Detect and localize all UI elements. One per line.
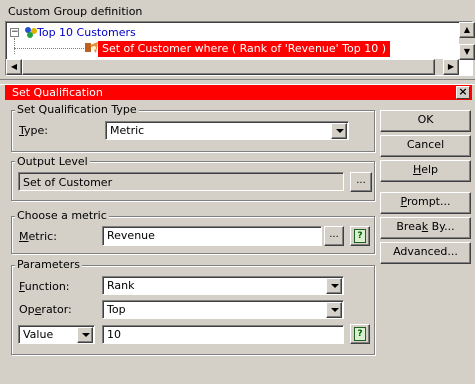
help-button[interactable]: Help xyxy=(380,160,471,182)
advanced-button[interactable]: Advanced... xyxy=(380,242,471,264)
operator-label: Operator: xyxy=(19,303,72,316)
qualification-type-legend: Set Qualification Type xyxy=(15,103,139,116)
value-type-select[interactable]: Value xyxy=(18,325,95,344)
custom-group-tree[interactable]: − Top 10 Customers Set of Customer where… xyxy=(5,21,475,76)
ok-button[interactable]: OK xyxy=(380,110,471,132)
metric-browse-button[interactable]: ... xyxy=(324,226,344,246)
chevron-down-icon[interactable] xyxy=(77,327,93,343)
chevron-down-icon[interactable] xyxy=(326,302,342,318)
type-select[interactable]: Metric xyxy=(105,121,349,140)
scroll-right-icon[interactable]: ▶ xyxy=(443,59,459,75)
metric-label: Metric: xyxy=(19,230,57,243)
chevron-down-icon[interactable] xyxy=(331,123,347,139)
output-level-browse-button[interactable]: ... xyxy=(350,172,372,192)
collapse-toggle-icon[interactable]: − xyxy=(10,28,19,37)
metric-input[interactable]: Revenue xyxy=(102,226,322,246)
custom-group-title: Custom Group definition xyxy=(8,5,143,18)
value-input[interactable]: 10 xyxy=(102,325,344,344)
value-qualify-button[interactable]: ? xyxy=(350,324,370,344)
cancel-button[interactable]: Cancel xyxy=(380,135,471,157)
output-level-field: Set of Customer xyxy=(18,172,344,191)
scroll-down-icon[interactable]: ▼ xyxy=(459,44,475,60)
dialog-title: Set Qualification xyxy=(12,86,103,99)
type-label: Type: xyxy=(19,124,48,137)
horizontal-scrollbar[interactable]: ◀ ▶ xyxy=(6,59,459,75)
operator-select[interactable]: Top xyxy=(102,300,344,319)
metric-qualify-button[interactable]: ? xyxy=(350,226,370,246)
scroll-thumb[interactable] xyxy=(22,59,435,75)
tree-item-set-qualification[interactable]: Set of Customer where ( Rank of 'Revenue… xyxy=(98,41,391,57)
close-icon[interactable]: × xyxy=(456,86,470,99)
break-by-button[interactable]: Break By... xyxy=(380,217,471,239)
qualify-icon: ? xyxy=(354,327,366,341)
chevron-down-icon[interactable] xyxy=(326,278,342,294)
scroll-left-icon[interactable]: ◀ xyxy=(6,59,22,75)
function-label: Function: xyxy=(19,280,70,293)
qualify-icon: ? xyxy=(354,229,366,243)
parameters-legend: Parameters xyxy=(15,258,82,271)
vertical-scrollbar[interactable]: ▲ ▼ xyxy=(459,22,475,60)
tree-connector xyxy=(14,48,84,49)
scroll-up-icon[interactable]: ▲ xyxy=(459,22,475,38)
tree-item-top-10-customers[interactable]: Top 10 Customers xyxy=(37,26,136,39)
function-select[interactable]: Rank xyxy=(102,276,344,295)
output-level-legend: Output Level xyxy=(15,155,90,168)
tree-connector xyxy=(14,38,15,54)
metric-legend: Choose a metric xyxy=(15,209,109,222)
prompt-button[interactable]: Prompt... xyxy=(380,192,471,214)
